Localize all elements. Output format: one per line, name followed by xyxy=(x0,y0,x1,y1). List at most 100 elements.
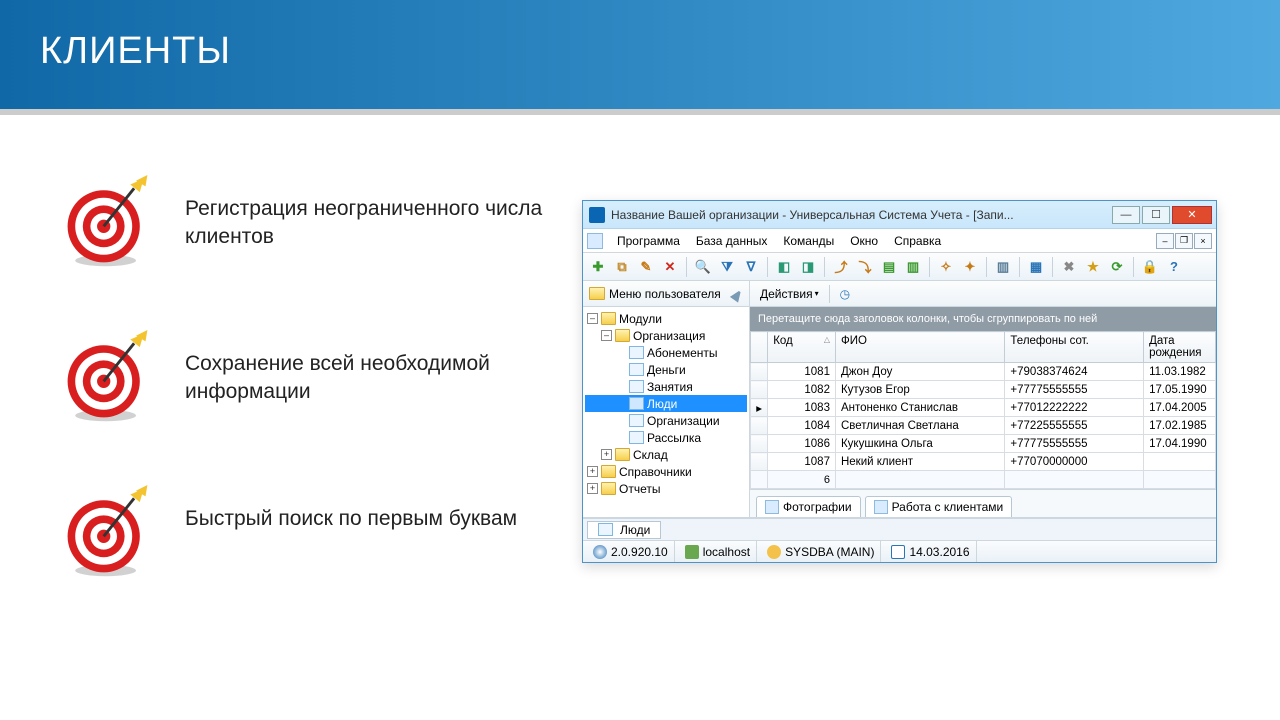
detail-tab[interactable]: Фотографии xyxy=(756,496,861,517)
tree-node-Деньги[interactable]: Деньги xyxy=(585,361,747,378)
title-bar[interactable]: Название Вашей организации - Универсальн… xyxy=(583,201,1216,229)
row-indicator xyxy=(751,435,768,453)
expand-icon[interactable] xyxy=(615,432,626,443)
refresh-icon[interactable]: ⟳ xyxy=(1106,256,1128,278)
expand-icon[interactable]: – xyxy=(587,313,598,324)
menu-команды[interactable]: Команды xyxy=(775,232,842,250)
columns-icon[interactable]: ▥ xyxy=(992,256,1014,278)
mdi-minimize-button[interactable]: – xyxy=(1156,233,1174,249)
menu-окно[interactable]: Окно xyxy=(842,232,886,250)
funnel-icon[interactable]: ∇ xyxy=(740,256,762,278)
expand-icon[interactable]: + xyxy=(601,449,612,460)
folder-icon xyxy=(601,465,616,478)
edit-icon[interactable]: ✎ xyxy=(635,256,657,278)
tree-node-Занятия[interactable]: Занятия xyxy=(585,378,747,395)
cell-id: 1081 xyxy=(768,363,836,381)
cell-id: 1082 xyxy=(768,381,836,399)
tree-node-Организации[interactable]: Организации xyxy=(585,412,747,429)
tools-icon[interactable]: ✖ xyxy=(1058,256,1080,278)
bookmark-icon[interactable]: ✦ xyxy=(959,256,981,278)
search-icon[interactable]: 🔍 xyxy=(692,256,714,278)
report-green-icon[interactable]: ▤ xyxy=(878,256,900,278)
close-button[interactable]: ✕ xyxy=(1172,206,1212,224)
mdi-close-button[interactable]: × xyxy=(1194,233,1212,249)
lock-icon[interactable]: 🔒 xyxy=(1139,256,1161,278)
tree-node-label: Абонементы xyxy=(647,346,718,360)
data-grid[interactable]: Код △ФИОТелефоны сот.Дата рождения 1081Д… xyxy=(750,331,1216,489)
expand-icon[interactable] xyxy=(615,364,626,375)
tree-node-label: Отчеты xyxy=(619,482,660,496)
table-row[interactable]: 1087Некий клиент+77070000000 xyxy=(751,453,1216,471)
pin-icon[interactable] xyxy=(730,285,746,302)
expand-icon[interactable] xyxy=(615,398,626,409)
table-row[interactable]: 1081Джон Доу+7903837462411.03.1982 xyxy=(751,363,1216,381)
row-indicator xyxy=(751,417,768,435)
column-header[interactable]: Телефоны сот. xyxy=(1005,332,1144,363)
minimize-button[interactable]: — xyxy=(1112,206,1140,224)
tree-node-Справочники[interactable]: + Справочники xyxy=(585,463,747,480)
tree-node-label: Занятия xyxy=(647,380,693,394)
page-icon xyxy=(629,397,644,410)
status-user: SYSDBA (MAIN) xyxy=(785,545,874,559)
history-button[interactable]: ◷ xyxy=(836,285,854,303)
document-tab[interactable]: Люди xyxy=(587,521,661,539)
report-export-icon[interactable]: ▥ xyxy=(902,256,924,278)
link-child-icon[interactable]: ◧ xyxy=(773,256,795,278)
page-icon xyxy=(629,363,644,376)
detail-tab-bar: ФотографииРабота с клиентами xyxy=(750,489,1216,517)
menu-справка[interactable]: Справка xyxy=(886,232,949,250)
tree-node-Отчеты[interactable]: + Отчеты xyxy=(585,480,747,497)
expand-icon[interactable]: + xyxy=(587,483,598,494)
tree-node-Модули[interactable]: –Модули xyxy=(585,310,747,327)
footer-row: 6 xyxy=(751,471,1216,489)
mdi-restore-button[interactable]: ❐ xyxy=(1175,233,1193,249)
link-parent-icon[interactable]: ◨ xyxy=(797,256,819,278)
cell-phone: +77225555555 xyxy=(1005,417,1144,435)
column-header[interactable]: Дата рождения xyxy=(1144,332,1216,363)
tree-node-Абонементы[interactable]: Абонементы xyxy=(585,344,747,361)
tree-node-Рассылка[interactable]: Рассылка xyxy=(585,429,747,446)
add-icon[interactable]: ✚ xyxy=(587,256,609,278)
maximize-button[interactable]: ☐ xyxy=(1142,206,1170,224)
tree-header[interactable]: Меню пользователя xyxy=(583,281,749,307)
table-row[interactable]: 1084Светличная Светлана+7722555555517.02… xyxy=(751,417,1216,435)
detail-tab[interactable]: Работа с клиентами xyxy=(865,496,1013,517)
expand-icon[interactable]: – xyxy=(601,330,612,341)
expand-icon[interactable] xyxy=(615,415,626,426)
cell-id: 1084 xyxy=(768,417,836,435)
actions-dropdown[interactable]: Действия ▾ xyxy=(756,285,823,303)
cell-name: Светличная Светлана xyxy=(835,417,1004,435)
tree-node-label: Справочники xyxy=(619,465,692,479)
menu-база данных[interactable]: База данных xyxy=(688,232,775,250)
calendar-icon[interactable]: ▦ xyxy=(1025,256,1047,278)
favorite-icon[interactable]: ★ xyxy=(1082,256,1104,278)
tree-node-Склад[interactable]: +Склад xyxy=(585,446,747,463)
tree-node-Люди[interactable]: Люди xyxy=(585,395,747,412)
table-row[interactable]: 1082Кутузов Егор+7777555555517.05.1990 xyxy=(751,381,1216,399)
group-by-hint[interactable]: Перетащите сюда заголовок колонки, чтобы… xyxy=(750,307,1216,331)
copy-icon[interactable]: ⧉ xyxy=(611,256,633,278)
import-icon[interactable]: ⤵ xyxy=(854,256,876,278)
column-header[interactable]: ФИО xyxy=(835,332,1004,363)
expand-icon[interactable] xyxy=(615,347,626,358)
tree-node-Организация[interactable]: –Организация xyxy=(585,327,747,344)
table-row[interactable]: 1086Кукушкина Ольга+7777555555517.04.199… xyxy=(751,435,1216,453)
cell-name: Джон Доу xyxy=(835,363,1004,381)
expand-icon[interactable] xyxy=(615,381,626,392)
bullet-text: Сохранение всей необходимой информации xyxy=(185,330,560,407)
menu-программа[interactable]: Программа xyxy=(609,232,688,250)
table-row[interactable]: ▸1083Антоненко Станислав+7701222222217.0… xyxy=(751,399,1216,417)
tree-node-label: Рассылка xyxy=(647,431,701,445)
column-header[interactable]: Код △ xyxy=(768,332,836,363)
new-doc-icon[interactable]: ✧ xyxy=(935,256,957,278)
cell-id: 1087 xyxy=(768,453,836,471)
delete-icon[interactable]: ✕ xyxy=(659,256,681,278)
document-tab-bar: Люди xyxy=(583,518,1216,540)
filter-icon[interactable]: ⧩ xyxy=(716,256,738,278)
expand-icon[interactable]: + xyxy=(587,466,598,477)
row-indicator xyxy=(751,381,768,399)
help-icon[interactable]: ? xyxy=(1163,256,1185,278)
export-icon[interactable]: ⤴ xyxy=(830,256,852,278)
page-icon xyxy=(629,380,644,393)
bullet-item: Быстрый поиск по первым буквам xyxy=(60,485,560,580)
